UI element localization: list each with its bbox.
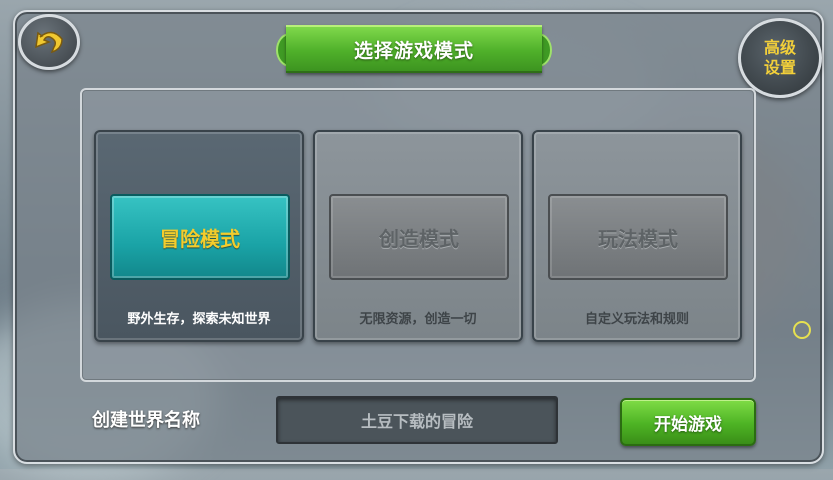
title-banner: 选择游戏模式	[276, 25, 552, 73]
adventure-mode-button[interactable]: 冒险模式	[110, 194, 290, 280]
creative-mode-label: 创造模式	[379, 226, 459, 251]
adventure-mode-label: 冒险模式	[160, 226, 240, 251]
back-arrow-icon	[32, 25, 66, 59]
page-title: 选择游戏模式	[353, 39, 474, 62]
mode-card-gameplay[interactable]: 玩法模式 自定义玩法和规则	[532, 130, 742, 342]
creative-mode-button[interactable]: 创造模式	[329, 194, 509, 280]
advanced-settings-label-line1: 高级	[763, 38, 796, 57]
gameplay-mode-description: 自定义玩法和规则	[584, 312, 689, 327]
world-name-input[interactable]: 土豆下载的冒险	[276, 396, 558, 444]
adventure-mode-description: 野外生存，探索未知世界	[127, 312, 271, 327]
scroll-indicator-dot	[793, 321, 811, 339]
advanced-settings-label-line2: 设置	[763, 58, 796, 77]
start-game-label: 开始游戏	[654, 414, 722, 435]
mode-card-creative[interactable]: 创造模式 无限资源，创造一切	[313, 130, 523, 342]
creative-mode-description: 无限资源，创造一切	[359, 312, 477, 327]
advanced-settings-button[interactable]: 高级 设置	[738, 18, 822, 98]
gameplay-mode-button[interactable]: 玩法模式	[548, 194, 728, 280]
gameplay-mode-label: 玩法模式	[598, 226, 678, 251]
start-game-button[interactable]: 开始游戏	[620, 398, 756, 446]
mode-card-adventure[interactable]: 冒险模式 野外生存，探索未知世界	[94, 130, 304, 342]
title-bar: 选择游戏模式	[286, 25, 542, 73]
world-name-value: 土豆下载的冒险	[360, 412, 473, 431]
world-name-label: 创建世界名称	[92, 410, 200, 431]
back-button[interactable]	[18, 14, 80, 70]
